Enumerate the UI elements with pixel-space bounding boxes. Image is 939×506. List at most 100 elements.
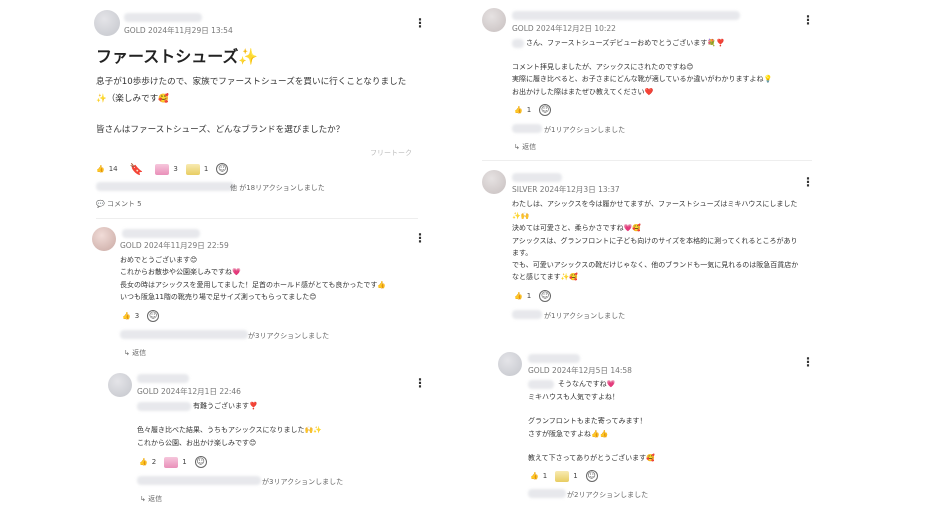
commenter-name-hidden: [512, 173, 562, 182]
post-column: GOLD 2024年11月29日 13:54 ⋮ ファーストシューズ✨ 息子が1…: [82, 0, 432, 506]
reaction-count: 14: [108, 165, 118, 173]
thumbs-up-icon[interactable]: 👍: [514, 104, 523, 116]
comment-menu-icon[interactable]: ⋮: [414, 232, 426, 244]
thumbs-up-icon[interactable]: 👍: [96, 163, 105, 175]
thumbs-up-icon[interactable]: 👍: [122, 310, 131, 322]
commenter-name-hidden: [512, 11, 740, 20]
comment-line: 長女の時はアシックスを愛用してました！足首のホールド感がとても良かったです👍: [120, 281, 387, 289]
comment-line: 決めては可愛さと、柔らかさですね💗🥰: [512, 224, 642, 232]
reply-arrow-icon: ↳: [140, 495, 149, 503]
comment-line: わたしは、アシックスを今は履かせてますが、ファーストシューズはミキハウスにしまし…: [512, 200, 798, 208]
reactor-names-hidden: [96, 182, 234, 191]
thumbs-up-icon[interactable]: 👍: [139, 456, 148, 468]
reactor-names-hidden: [120, 330, 248, 339]
comments-column: GOLD 2024年12月2日 10:22 ⋮ さん、ファーストシューズデビュー…: [482, 0, 818, 506]
sparkle-badge-icon[interactable]: [555, 470, 570, 482]
post-menu-icon[interactable]: ⋮: [414, 17, 426, 29]
commenter-name-hidden: [528, 354, 580, 363]
comment-line: これから公園、お出かけ楽しみです😊: [137, 439, 257, 447]
reactor-names-hidden: [528, 489, 566, 498]
mention-hidden: [512, 39, 524, 48]
commenter-avatar[interactable]: [482, 170, 506, 194]
comment-line: お出かけした際はまたぜひ教えてください❤️: [512, 88, 654, 96]
commenter-avatar[interactable]: [108, 373, 132, 397]
comment-line: これからお散歩や公園楽しみですね💗: [120, 268, 241, 276]
post-body-line: ✨（楽しみです🥰: [96, 94, 169, 104]
thumbs-up-icon[interactable]: 👍: [514, 290, 523, 302]
author-name-hidden: [124, 13, 202, 22]
commenter-avatar[interactable]: [498, 352, 522, 376]
reaction-count: 1: [573, 472, 578, 480]
comment-date: GOLD 2024年12月1日 22:46: [137, 387, 241, 396]
thumbs-up-icon[interactable]: 👍: [530, 470, 539, 482]
comment-line: さすが阪急ですよね👍👍: [528, 430, 609, 438]
reply-link[interactable]: ↳ 返信: [514, 142, 536, 152]
comment-line: 実際に履き比べると、お子さまにどんな靴が適しているか違いがわかりますよね💡: [512, 75, 773, 83]
add-reaction-icon[interactable]: ☺: [585, 470, 598, 482]
cheer-badge-icon[interactable]: [164, 456, 179, 468]
comment-line: ます。: [512, 249, 533, 257]
comment-reactions: 👍 1 ☺: [514, 104, 552, 116]
comment-reaction-summary: が3リアクションしました: [248, 332, 330, 340]
add-reaction-icon[interactable]: ☺: [539, 104, 552, 116]
reply-link[interactable]: ↳ 返信: [124, 348, 146, 358]
divider: [482, 160, 812, 161]
reaction-count: 1: [182, 458, 187, 466]
comment-line: アシックスは、グランフロントに子ども向けのサイズを本格的に測ってくれるところがあ…: [512, 237, 798, 245]
reply-arrow-icon: ↳: [514, 143, 523, 151]
commenter-avatar[interactable]: [482, 8, 506, 32]
comment-reaction-summary: が1リアクションしました: [544, 126, 626, 134]
comment-count[interactable]: 💬 コメント 5: [96, 199, 142, 209]
post-body-line: 皆さんはファーストシューズ、どんなブランドを選びましたか？: [96, 125, 345, 135]
author-avatar[interactable]: [94, 10, 120, 36]
add-reaction-icon[interactable]: ☺: [216, 163, 229, 175]
add-reaction-icon[interactable]: ☺: [539, 290, 552, 302]
comment-line: 教えて下さってありがとうございます🥰: [528, 454, 655, 462]
post-tag[interactable]: フリートーク: [370, 148, 412, 158]
reaction-count: 2: [151, 458, 157, 466]
comment-line: さん、ファーストシューズデビューおめでとうございます💐❣️: [526, 39, 725, 47]
comment-menu-icon[interactable]: ⋮: [802, 14, 814, 26]
post-title: ファーストシューズ✨: [96, 47, 259, 66]
add-reaction-icon[interactable]: ☺: [147, 310, 160, 322]
reaction-count: 1: [203, 165, 209, 173]
commenter-avatar[interactable]: [92, 227, 116, 251]
comment-line: ミキハウスも人気ですよね！: [528, 393, 619, 401]
commenter-name-hidden: [122, 229, 200, 238]
bookmark-icon[interactable]: 🔖: [130, 163, 144, 176]
reaction-count: 3: [134, 312, 140, 320]
comment-menu-icon[interactable]: ⋮: [414, 377, 426, 389]
reactor-names-hidden: [137, 476, 261, 485]
comment-reactions: 👍 1 ☺: [514, 290, 552, 302]
comment-menu-icon[interactable]: ⋮: [802, 356, 814, 368]
comment-reactions: 👍 2 1 ☺: [139, 456, 207, 468]
sparkle-badge-icon[interactable]: [185, 163, 200, 175]
post-body-line: 息子が10歩歩けたので、家族でファーストシューズを買いに行くことなりました: [96, 77, 407, 87]
reactor-names-hidden: [512, 124, 542, 133]
comment-line: 色々履き比べた結果、うちもアシックスになりました🙌✨: [137, 426, 322, 434]
comment-line: 有難うございます❣️: [193, 402, 258, 410]
comment-date: GOLD 2024年12月5日 14:58: [528, 366, 632, 375]
reply-arrow-icon: ↳: [124, 349, 133, 357]
comment-line: ✨🙌: [512, 212, 530, 220]
comment-menu-icon[interactable]: ⋮: [802, 176, 814, 188]
comment-date: GOLD 2024年12月2日 10:22: [512, 24, 616, 33]
comment-reactions: 👍 1 1 ☺: [530, 470, 598, 482]
post-reactions: 👍 14 🔖 3 1 ☺: [96, 163, 229, 176]
comment-date: SILVER 2024年12月3日 13:37: [512, 185, 620, 194]
post-reaction-summary: 他 が18リアクションしました: [230, 184, 325, 192]
comment-reaction-summary: が1リアクションしました: [544, 312, 626, 320]
comment-icon: 💬: [96, 200, 105, 208]
reaction-count: 1: [526, 292, 532, 300]
comment-line: おめでとうございます😊: [120, 256, 198, 264]
comment-reaction-summary: が2リアクションしました: [567, 491, 649, 499]
comment-line: なと感じてます✨🥰: [512, 273, 579, 281]
comment-reaction-summary: が3リアクションしました: [262, 478, 344, 486]
reaction-count: 1: [526, 106, 532, 114]
cheer-badge-icon[interactable]: [155, 163, 170, 175]
add-reaction-icon[interactable]: ☺: [194, 456, 207, 468]
commenter-name-hidden: [137, 374, 189, 383]
reply-link[interactable]: ↳ 返信: [140, 494, 162, 504]
comment-date: GOLD 2024年11月29日 22:59: [120, 241, 229, 250]
comment-reactions: 👍 3 ☺: [122, 310, 160, 322]
